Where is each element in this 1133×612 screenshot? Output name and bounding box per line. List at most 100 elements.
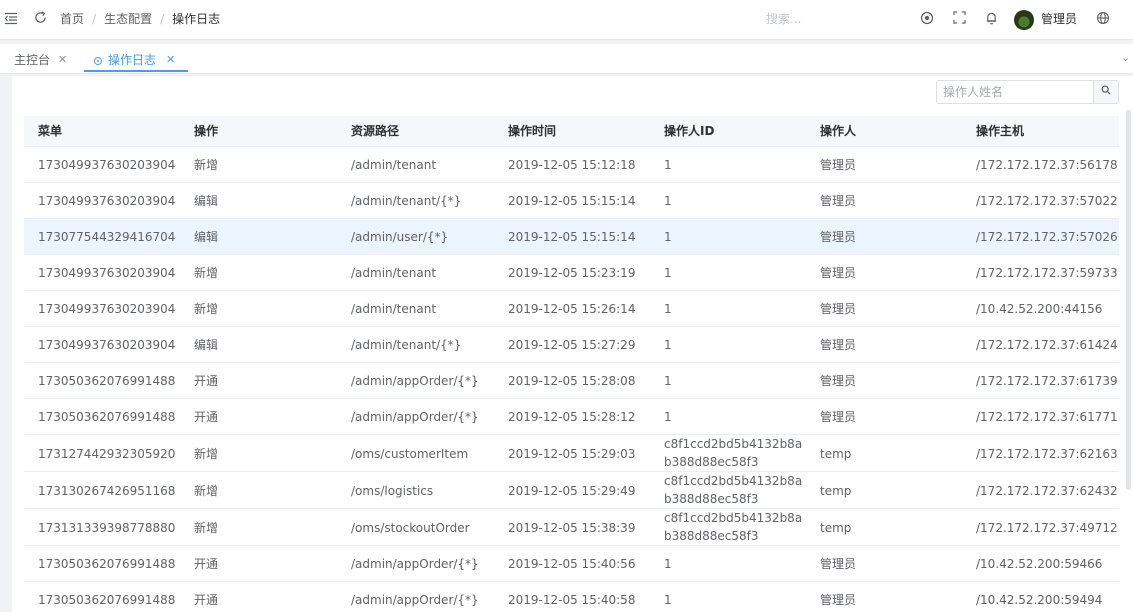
cell-operator-id: 1 — [664, 374, 672, 388]
cell-host: /172.172.172.37:61424 — [976, 338, 1118, 352]
cell-menu: 173049937630203904 — [38, 194, 176, 208]
cell-menu: 173050362076991488 — [38, 593, 176, 607]
cell-operator-id: 1 — [664, 230, 672, 244]
tags-bar: 主控台 ✕ 操作日志 ✕ ⌄ — [0, 44, 1133, 74]
table-row[interactable]: 173050362076991488 开通/admin/appOrder/{*} 2… — [24, 582, 1119, 612]
column-header-operator: 操作人 — [820, 124, 857, 138]
cell-host: /10.42.52.200:59494 — [976, 593, 1103, 607]
menu-fold-icon[interactable] — [3, 11, 19, 27]
cell-menu: 173049937630203904 — [38, 302, 176, 316]
tab-dashboard[interactable]: 主控台 ✕ — [4, 48, 76, 72]
cell-menu: 173049937630203904 — [38, 338, 176, 352]
avatar[interactable] — [1014, 10, 1034, 30]
cell-operator-id: 1 — [664, 338, 672, 352]
cell-resource-path: /admin/tenant — [351, 158, 437, 172]
cell-operation-time: 2019-12-05 15:27:29 — [508, 338, 636, 352]
cell-host: /172.172.172.37:57022 — [976, 194, 1118, 208]
cell-action: 开通 — [194, 410, 219, 424]
breadcrumb-current: 操作日志 — [172, 12, 221, 26]
cell-menu: 173050362076991488 — [38, 557, 176, 571]
cell-operator: 管理员 — [820, 557, 857, 571]
column-header-action: 操作 — [194, 124, 219, 138]
table-row[interactable]: 173077544329416704 编辑/admin/user/{*} 2019-… — [24, 219, 1119, 255]
cell-operation-time: 2019-12-05 15:28:08 — [508, 374, 636, 388]
cell-action: 新增 — [194, 266, 219, 280]
table-row[interactable]: 173049937630203904 新增/admin/tenant 2019-12… — [24, 255, 1119, 291]
column-header-operator-id: 操作人ID — [664, 124, 715, 138]
cell-resource-path: /oms/stockoutOrder — [351, 520, 470, 535]
cell-action: 开通 — [194, 593, 219, 607]
cell-action: 新增 — [194, 158, 219, 172]
cell-action: 编辑 — [194, 230, 219, 244]
header-search-input[interactable]: 搜索... — [766, 11, 801, 27]
operator-name-input[interactable] — [936, 80, 1094, 104]
chevron-down-icon[interactable]: ⌄ — [1121, 51, 1130, 64]
cell-action: 新增 — [194, 446, 219, 461]
cell-host: /172.172.172.37:57026 — [976, 230, 1118, 244]
table-row[interactable]: 173050362076991488 开通/admin/appOrder/{*} 2… — [24, 546, 1119, 582]
cell-operation-time: 2019-12-05 15:28:12 — [508, 410, 636, 424]
cell-resource-path: /oms/customerItem — [351, 446, 469, 461]
cell-action: 新增 — [194, 520, 219, 535]
cell-operator: 管理员 — [820, 194, 857, 208]
tab-label: 主控台 — [14, 53, 51, 67]
username[interactable]: 管理员 — [1041, 11, 1077, 27]
breadcrumb-separator: / — [160, 12, 165, 26]
search-button[interactable] — [1094, 80, 1119, 104]
bell-icon[interactable] — [983, 11, 999, 27]
cell-operation-time: 2019-12-05 15:40:56 — [508, 557, 636, 571]
fullscreen-icon[interactable] — [951, 11, 967, 27]
cell-host: /172.172.172.37:61771 — [976, 410, 1118, 424]
column-header-host: 操作主机 — [976, 124, 1025, 138]
cell-resource-path: /admin/user/{*} — [351, 230, 449, 244]
cell-operator-id: c8f1ccd2bd5b4132b8ab388d88ec58f3 — [664, 437, 803, 469]
cell-operator-id: 1 — [664, 194, 672, 208]
cell-resource-path: /admin/appOrder/{*} — [351, 593, 479, 607]
table-row[interactable]: 173127442932305920 新增/oms/customerItem 201… — [24, 435, 1119, 472]
cell-action: 编辑 — [194, 194, 219, 208]
close-icon[interactable]: ✕ — [166, 48, 175, 72]
cell-operation-time: 2019-12-05 15:38:39 — [508, 520, 636, 535]
cell-operator-id: 1 — [664, 302, 672, 316]
table-row[interactable]: 173049937630203904 新增/admin/tenant 2019-12… — [24, 147, 1119, 183]
column-header-menu: 菜单 — [38, 124, 63, 138]
cell-host: /172.172.172.37:59733 — [976, 266, 1118, 280]
breadcrumb-ecosystem-config[interactable]: 生态配置 — [104, 11, 152, 27]
cell-menu: 173049937630203904 — [38, 158, 176, 172]
cell-operator: 管理员 — [820, 374, 857, 388]
table-row[interactable]: 173050362076991488 开通/admin/appOrder/{*} 2… — [24, 363, 1119, 399]
cell-resource-path: /admin/tenant — [351, 266, 437, 280]
active-dot-icon — [94, 57, 102, 65]
column-header-resource-path: 资源路径 — [351, 124, 400, 138]
cell-operator-id: c8f1ccd2bd5b4132b8ab388d88ec58f3 — [664, 474, 803, 506]
cell-resource-path: /oms/logistics — [351, 483, 434, 498]
cell-action: 新增 — [194, 483, 219, 498]
table-row[interactable]: 173130267426951168 新增/oms/logistics 2019-1… — [24, 472, 1119, 509]
cell-operator: 管理员 — [820, 410, 857, 424]
cell-resource-path: /admin/tenant/{*} — [351, 194, 462, 208]
cell-host: /172.172.172.37:62163 — [976, 446, 1118, 461]
cell-operation-time: 2019-12-05 15:26:14 — [508, 302, 636, 316]
breadcrumb-home[interactable]: 首页 — [60, 11, 84, 27]
cell-operation-time: 2019-12-05 15:40:58 — [508, 593, 636, 607]
breadcrumb: 首页 / 生态配置 / 操作日志 — [60, 11, 220, 27]
cell-operation-time: 2019-12-05 15:23:19 — [508, 266, 636, 280]
tab-label: 操作日志 — [108, 53, 157, 67]
github-icon[interactable] — [919, 11, 935, 27]
cell-resource-path: /admin/appOrder/{*} — [351, 557, 479, 571]
cell-host: /10.42.52.200:44156 — [976, 302, 1103, 316]
tab-operation-log[interactable]: 操作日志 ✕ — [84, 48, 188, 72]
table-row[interactable]: 173050362076991488 开通/admin/appOrder/{*} 2… — [24, 399, 1119, 435]
cell-host: /172.172.172.37:61739 — [976, 374, 1118, 388]
close-icon[interactable]: ✕ — [58, 48, 67, 72]
refresh-icon[interactable] — [32, 11, 48, 27]
scrollbar[interactable] — [1126, 110, 1131, 490]
globe-icon[interactable] — [1095, 11, 1111, 27]
breadcrumb-separator: / — [92, 12, 97, 26]
cell-menu: 173050362076991488 — [38, 410, 176, 424]
table-row[interactable]: 173131339398778880 新增/oms/stockoutOrder 20… — [24, 509, 1119, 546]
cell-operator: 管理员 — [820, 593, 857, 607]
table-row[interactable]: 173049937630203904 编辑/admin/tenant/{*} 201… — [24, 327, 1119, 363]
table-row[interactable]: 173049937630203904 新增/admin/tenant 2019-12… — [24, 291, 1119, 327]
table-row[interactable]: 173049937630203904 编辑/admin/tenant/{*} 201… — [24, 183, 1119, 219]
